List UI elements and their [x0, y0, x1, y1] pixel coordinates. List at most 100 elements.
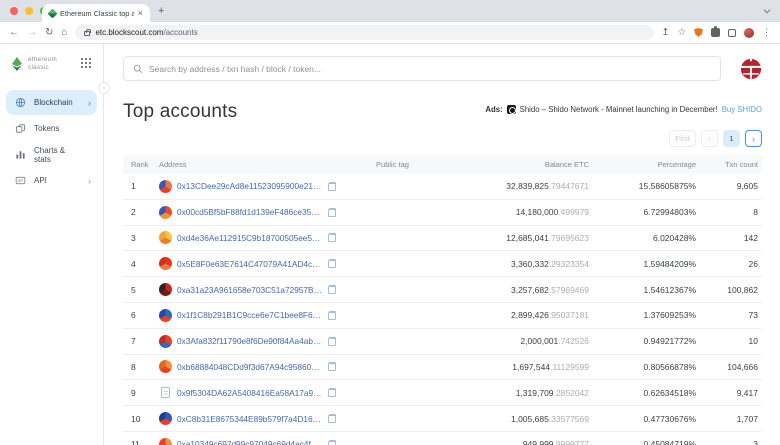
- address-link[interactable]: 0x3Afa832f11790e8f6De90f84Aa4ab5...0f58: [177, 336, 323, 346]
- table-row: 1 0x13CDee29cAd8e11523095900e2195...02Ad 3…: [123, 174, 762, 200]
- copy-icon[interactable]: [328, 182, 336, 191]
- balance-cell: 1,005,685.33577569: [445, 414, 593, 424]
- address-link[interactable]: 0x5E8F0e63E7614C47079A41AD4c37...Df5A: [177, 259, 323, 269]
- lock-icon[interactable]: [84, 31, 90, 36]
- address-link[interactable]: 0xa31a23A961658e703C51a72957B6b...Bd53: [177, 285, 323, 295]
- sidebar-item-blockchain[interactable]: Blockchain ›: [6, 90, 97, 115]
- sidebar-collapse-button[interactable]: ‹: [98, 82, 110, 94]
- search-input[interactable]: [149, 64, 711, 74]
- table-row: 60x1f1C8b291B1C9cce6e7C1bee8F660f...5B94…: [123, 303, 762, 329]
- address-link[interactable]: 0xC8b31E8675344E89b579f7a4D1653a...4112: [177, 414, 323, 424]
- ad-link[interactable]: Buy SHIDO: [722, 105, 762, 114]
- address-cell: 0x3Afa832f11790e8f6De90f84Aa4ab5...0f58: [155, 335, 340, 348]
- top-accounts-table: Rank Address Public tag Balance ETC Perc…: [123, 155, 762, 445]
- sidebar-item-tokens[interactable]: Tokens: [6, 116, 97, 141]
- table-row: 80xb68884048CDd9f3d67A94c958606...79CA1,…: [123, 355, 762, 381]
- share-icon[interactable]: ↥: [662, 28, 670, 38]
- copy-icon[interactable]: [328, 208, 336, 217]
- sidebar-item-charts-stats[interactable]: Charts & stats: [6, 142, 97, 167]
- copy-icon[interactable]: [328, 337, 336, 346]
- browser-profile-avatar[interactable]: [744, 28, 754, 38]
- pagination-first-button[interactable]: First: [669, 130, 696, 147]
- balance-decimals: .79695623: [549, 233, 589, 243]
- sidebar-item-api[interactable]: API API ›: [6, 168, 97, 193]
- metamask-extension-icon[interactable]: [694, 28, 703, 37]
- address-bar[interactable]: etc.blockscout.com/accounts: [75, 25, 653, 40]
- address-link[interactable]: 0xd4e36Ae112915C9b18700505ee589...5D4d: [177, 233, 323, 243]
- balance-integer: 1,697,544: [512, 362, 550, 372]
- rank-cell: 7: [123, 336, 155, 346]
- header-txn-count: Txn count: [700, 160, 762, 169]
- globe-icon: [15, 97, 26, 108]
- logo-line-2: classic: [28, 64, 76, 72]
- copy-icon[interactable]: [328, 414, 336, 423]
- chevron-right-icon: ›: [88, 98, 91, 108]
- balance-integer: 949,999: [523, 439, 554, 445]
- chevron-down-icon[interactable]: [764, 7, 771, 14]
- sidebar-item-label: Charts & stats: [34, 146, 83, 164]
- url-text[interactable]: etc.blockscout.com/accounts: [95, 28, 197, 37]
- search-box[interactable]: [123, 56, 721, 81]
- forward-button[interactable]: →: [27, 28, 37, 38]
- rank-cell: 3: [123, 233, 155, 243]
- rank-cell: 10: [123, 414, 155, 424]
- txn-count-cell: 3: [700, 439, 762, 445]
- pagination-next-button[interactable]: ›: [745, 130, 762, 147]
- ethereum-classic-logo-icon[interactable]: [11, 57, 23, 71]
- address-link[interactable]: 0x9f5304DA62A5408416Ea58A17a926...5ce3: [177, 388, 323, 398]
- percentage-cell: 1.54612367%: [593, 285, 700, 295]
- back-button[interactable]: ←: [9, 28, 19, 38]
- balance-decimals: .57969469: [549, 285, 589, 295]
- address-link[interactable]: 0xb68884048CDd9f3d67A94c958606...79CA: [177, 362, 323, 372]
- reload-button[interactable]: ↻: [45, 28, 53, 38]
- new-tab-button[interactable]: +: [158, 5, 164, 17]
- balance-decimals: .33577569: [549, 414, 589, 424]
- tab-favicon-icon: [48, 8, 58, 18]
- side-panel-icon[interactable]: [728, 29, 736, 37]
- home-button[interactable]: ⌂: [61, 28, 67, 38]
- address-link[interactable]: 0x1f1C8b291B1C9cce6e7C1bee8F660f...5B94: [177, 310, 323, 320]
- url-host: etc.blockscout.com: [95, 28, 163, 37]
- rank-cell: 4: [123, 259, 155, 269]
- percentage-cell: 6.72994803%: [593, 207, 700, 217]
- copy-icon[interactable]: [328, 362, 336, 371]
- address-link[interactable]: 0x00cd5Bf5bF88fd1d139eF486ce35B8...DE91: [177, 207, 323, 217]
- balance-cell: 12,685,041.79695623: [445, 233, 593, 243]
- balance-decimals: .29323354: [549, 259, 589, 269]
- extensions-puzzle-icon[interactable]: [711, 28, 720, 37]
- copy-icon[interactable]: [328, 259, 336, 268]
- balance-cell: 1,319,709.2852042: [445, 388, 593, 398]
- apps-grid-icon[interactable]: [81, 58, 92, 69]
- window-close-button[interactable]: [10, 7, 18, 15]
- copy-icon[interactable]: [328, 233, 336, 242]
- pagination: First ‹ 1 ›: [123, 130, 762, 147]
- address-link[interactable]: 0xa10349c697d99c97049c69d4ac4f9...9186: [177, 439, 323, 445]
- bookmark-star-icon[interactable]: ☆: [677, 28, 686, 38]
- copy-icon[interactable]: [328, 388, 336, 397]
- balance-cell: 32,839,825.79447671: [445, 181, 593, 191]
- pagination-prev-button[interactable]: ‹: [701, 130, 718, 147]
- copy-icon[interactable]: [328, 285, 336, 294]
- percentage-cell: 6.020428%: [593, 233, 700, 243]
- address-identicon: [159, 231, 172, 244]
- address-cell: 0x5E8F0e63E7614C47079A41AD4c37...Df5A: [155, 257, 340, 270]
- balance-cell: 14,180,000.499979: [445, 207, 593, 217]
- table-row: 3 0xd4e36Ae112915C9b18700505ee589...5D4d 1…: [123, 226, 762, 252]
- balance-integer: 2,000,001: [520, 336, 558, 346]
- copy-icon[interactable]: [328, 440, 336, 445]
- address-link[interactable]: 0x13CDee29cAd8e11523095900e2195...02Ad: [177, 181, 323, 191]
- copy-icon[interactable]: [328, 311, 336, 320]
- balance-integer: 32,839,825: [506, 181, 549, 191]
- percentage-cell: 1.59484209%: [593, 259, 700, 269]
- balance-decimals: .79447671: [549, 181, 589, 191]
- tab-close-icon[interactable]: ×: [138, 9, 143, 18]
- balance-cell: 3,360,332.29323354: [445, 259, 593, 269]
- browser-menu-icon[interactable]: ⋮: [762, 27, 771, 38]
- txn-count-cell: 9,605: [700, 181, 762, 191]
- window-minimize-button[interactable]: [25, 7, 33, 15]
- percentage-cell: 15.58605875%: [593, 181, 700, 191]
- browser-tab[interactable]: Ethereum Classic top account ×: [42, 4, 150, 22]
- balance-integer: 2,899,426: [511, 310, 549, 320]
- rank-cell: 5: [123, 285, 155, 295]
- rank-cell: 1: [123, 181, 155, 191]
